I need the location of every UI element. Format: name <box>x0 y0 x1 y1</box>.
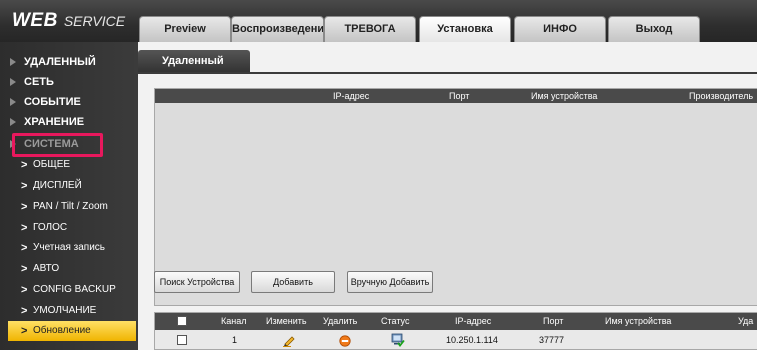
col-edit: Изменить <box>266 316 307 326</box>
sidebar-item-ptz[interactable]: > PAN / Tilt / Zoom <box>0 197 138 217</box>
chevron-right-icon: > <box>21 222 28 234</box>
sidebar-item-display[interactable]: > ДИСПЛЕЙ <box>0 176 138 196</box>
delete-icon[interactable] <box>339 334 351 350</box>
sidebar-item-label: ДИСПЛЕЙ <box>33 180 82 191</box>
logo-main: WEB <box>12 10 58 31</box>
chevron-right-icon: > <box>21 284 28 296</box>
sidebar-section-label: СОБЫТИЕ <box>24 96 81 108</box>
sidebar: УДАЛЕННЫЙ СЕТЬ СОБЫТИЕ ХРАНЕНИЕ СИСТЕМА … <box>0 42 138 350</box>
sidebar-item-voice[interactable]: > ГОЛОС <box>0 218 138 238</box>
sidebar-item-default[interactable]: > УМОЛЧАНИЕ <box>0 301 138 321</box>
sidebar-item-label: УМОЛЧАНИЕ <box>33 305 97 316</box>
sidebar-item-label: PAN / Tilt / Zoom <box>33 201 108 212</box>
sidebar-section-label: ХРАНЕНИЕ <box>24 116 85 128</box>
device-search-table: IP-адрес Порт Имя устройства Производите… <box>154 88 757 306</box>
sidebar-item-label: АВТО <box>33 263 60 274</box>
sidebar-section-storage[interactable]: ХРАНЕНИЕ <box>0 112 138 132</box>
highlight-annotation <box>12 133 103 157</box>
col-status: Статус <box>381 316 410 326</box>
sidebar-item-label: ГОЛОС <box>33 222 68 233</box>
status-ok-icon <box>391 333 405 350</box>
tab-info[interactable]: ИНФО <box>514 16 606 42</box>
col-port: Порт <box>449 91 470 101</box>
logo: WEB SERVICE <box>12 10 125 32</box>
top-header: WEB SERVICE Preview Воспроизведение ТРЕВО… <box>0 0 757 42</box>
sidebar-section-label: УДАЛЕННЫЙ <box>24 56 96 68</box>
sidebar-item-label: ОБЩЕЕ <box>33 159 71 170</box>
select-all-checkbox[interactable] <box>177 316 187 326</box>
triangle-right-icon <box>10 58 16 66</box>
sidebar-item-label: CONFIG BACKUP <box>33 284 116 295</box>
pencil-icon[interactable] <box>282 333 296 350</box>
triangle-right-icon <box>10 118 16 126</box>
cell-ip: 10.250.1.114 <box>446 335 498 345</box>
tab-remote[interactable]: Удаленный <box>138 50 250 72</box>
main-content: Удаленный IP-адрес Порт Имя устройства П… <box>138 42 757 350</box>
sidebar-section-network[interactable]: СЕТЬ <box>0 72 138 92</box>
add-button[interactable]: Добавить <box>251 271 335 293</box>
chevron-right-icon: > <box>21 159 28 171</box>
chevron-right-icon: > <box>21 325 28 337</box>
sidebar-section-label: СЕТЬ <box>24 76 54 88</box>
tab-playback[interactable]: Воспроизведение <box>231 16 324 42</box>
col-delete: Удалить <box>323 316 358 326</box>
tab-divider <box>138 72 757 74</box>
tab-preview[interactable]: Preview <box>139 16 231 42</box>
tab-setup[interactable]: Установка <box>419 16 511 42</box>
sidebar-item-upgrade[interactable]: > Обновление <box>8 321 136 341</box>
manual-add-button[interactable]: Вручную Добавить <box>347 271 433 293</box>
triangle-right-icon <box>10 98 16 106</box>
chevron-right-icon: > <box>21 263 28 275</box>
triangle-right-icon <box>10 78 16 86</box>
sidebar-item-general[interactable]: > ОБЩЕЕ <box>0 155 138 175</box>
row-checkbox[interactable] <box>177 335 187 345</box>
col-manufacturer: Производитель <box>689 91 754 101</box>
col-remote: Уда <box>738 316 754 326</box>
col-port: Порт <box>543 316 564 326</box>
sidebar-section-event[interactable]: СОБЫТИЕ <box>0 92 138 112</box>
sidebar-item-label: Обновление <box>33 325 91 336</box>
col-ip: IP-адрес <box>333 91 370 101</box>
col-device-name: Имя устройства <box>531 91 598 101</box>
sidebar-item-label: Учетная запись <box>33 242 106 253</box>
col-device-name: Имя устройства <box>605 316 672 326</box>
logo-sub: SERVICE <box>63 13 126 29</box>
sidebar-item-account[interactable]: > Учетная запись <box>0 238 138 258</box>
sidebar-section-remote[interactable]: УДАЛЕННЫЙ <box>0 52 138 72</box>
added-devices-table: Канал Изменить Удалить Статус IP-адрес П… <box>154 312 757 350</box>
chevron-right-icon: > <box>21 242 28 254</box>
tab-alarm[interactable]: ТРЕВОГА <box>324 16 416 42</box>
tab-logout[interactable]: Выход <box>608 16 700 42</box>
table-header: Канал Изменить Удалить Статус IP-адрес П… <box>155 313 757 330</box>
table-header: IP-адрес Порт Имя устройства Производите… <box>155 89 757 103</box>
cell-channel: 1 <box>232 335 238 345</box>
sidebar-item-auto[interactable]: > АВТО <box>0 259 138 279</box>
chevron-right-icon: > <box>21 201 28 213</box>
col-ip: IP-адрес <box>455 316 492 326</box>
col-channel: Канал <box>221 316 247 326</box>
search-device-button[interactable]: Поиск Устройства <box>154 271 240 293</box>
app-window: WEB SERVICE Preview Воспроизведение ТРЕВО… <box>0 0 757 350</box>
chevron-right-icon: > <box>21 180 28 192</box>
chevron-right-icon: > <box>21 305 28 317</box>
cell-port: 37777 <box>539 335 565 345</box>
sidebar-item-config-backup[interactable]: > CONFIG BACKUP <box>0 280 138 300</box>
